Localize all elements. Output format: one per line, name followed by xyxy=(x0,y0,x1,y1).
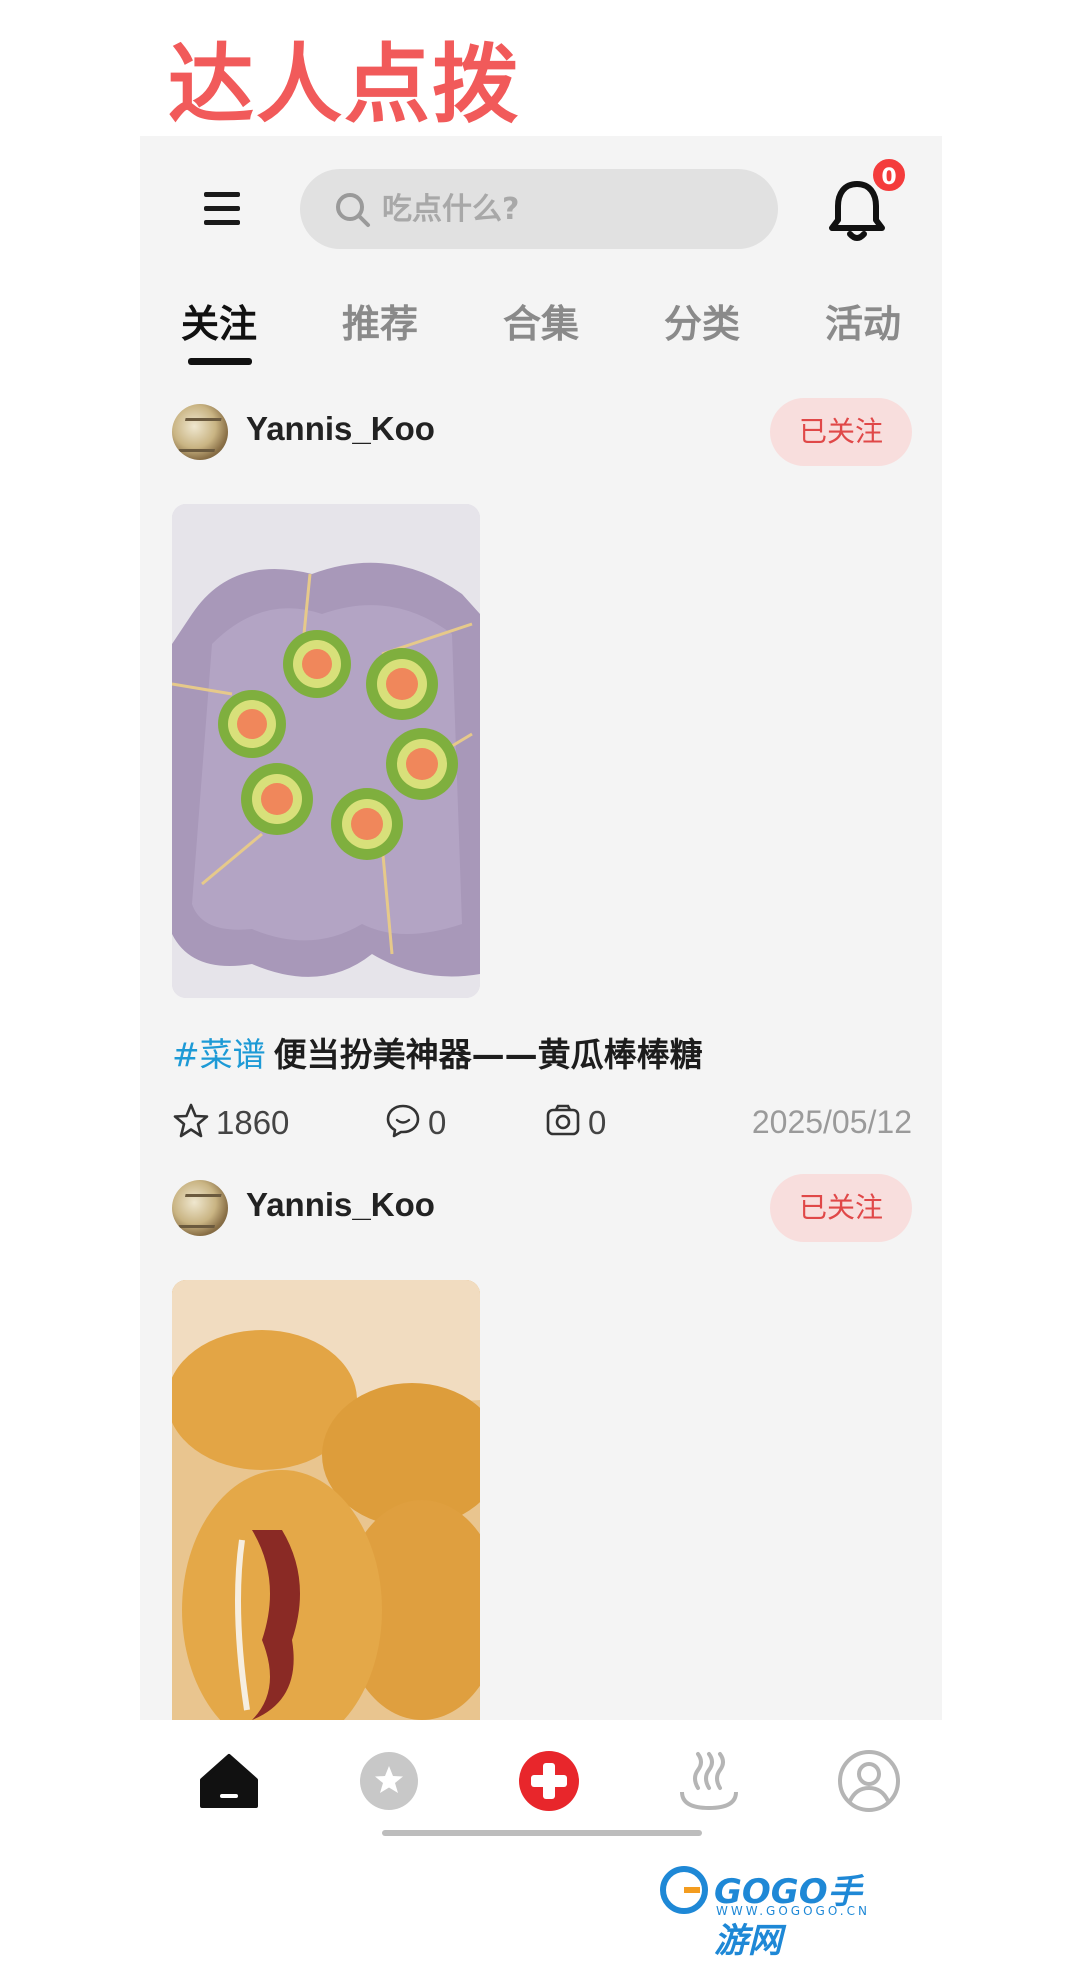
author-name[interactable]: Yannis_Koo xyxy=(246,1186,435,1224)
watermark-logo-icon xyxy=(660,1866,708,1914)
tab-events[interactable]: 活动 xyxy=(808,294,918,354)
fried-cake-photo xyxy=(172,1280,480,1720)
tab-following[interactable]: 关注 xyxy=(164,294,274,354)
steam-icon[interactable] xyxy=(676,1748,742,1814)
bottom-nav xyxy=(140,1720,942,1840)
tab-collections[interactable]: 合集 xyxy=(486,294,596,354)
profile-icon[interactable] xyxy=(836,1748,902,1814)
search-icon xyxy=(336,193,370,227)
page-title: 达人点拨 xyxy=(168,35,520,135)
home-indicator xyxy=(382,1830,702,1836)
cucumber-lollipop-photo xyxy=(172,504,480,998)
top-bar: 0 xyxy=(140,136,942,286)
notification-badge: 0 xyxy=(870,156,908,194)
tab-bar: 关注 推荐 合集 分类 活动 xyxy=(140,294,942,374)
tab-categories[interactable]: 分类 xyxy=(647,294,757,354)
post-title-text: 便当扮美神器——黄瓜棒棒糖 xyxy=(273,1035,703,1074)
star-icon xyxy=(173,1103,209,1138)
comment-icon xyxy=(386,1104,420,1138)
post-date: 2025/05/12 xyxy=(751,1104,912,1140)
add-icon[interactable] xyxy=(516,1748,582,1814)
comment-count: 0 xyxy=(428,1104,447,1141)
app-screen: 0 关注 推荐 合集 分类 活动 Yannis_Koo 已关注 xyxy=(140,136,942,1720)
menu-icon[interactable] xyxy=(200,188,248,232)
active-tab-indicator xyxy=(188,358,252,365)
search-input[interactable] xyxy=(382,185,742,233)
follow-button[interactable]: 已关注 xyxy=(770,398,912,466)
author-row: Yannis_Koo 已关注 xyxy=(172,1174,912,1244)
photo-count: 0 xyxy=(588,1104,607,1141)
post-image[interactable] xyxy=(172,504,480,998)
avatar[interactable] xyxy=(172,1180,228,1236)
author-row: Yannis_Koo 已关注 xyxy=(172,398,912,468)
avatar[interactable] xyxy=(172,404,228,460)
watermark-subtext: WWW.GOGOGO.CN xyxy=(716,1904,870,1918)
post-image[interactable] xyxy=(172,1280,480,1720)
watermark: GOGO手游网 WWW.GOGOGO.CN xyxy=(660,1864,880,1961)
home-icon[interactable] xyxy=(196,1748,262,1814)
tab-recommended[interactable]: 推荐 xyxy=(325,294,435,354)
follow-button[interactable]: 已关注 xyxy=(770,1174,912,1242)
post-tag[interactable]: #菜谱 xyxy=(172,1035,266,1074)
post-title[interactable]: #菜谱 便当扮美神器——黄瓜棒棒糖 xyxy=(172,1028,703,1076)
favorites-icon[interactable] xyxy=(356,1748,422,1814)
author-name[interactable]: Yannis_Koo xyxy=(246,410,435,448)
search-bar[interactable] xyxy=(300,169,778,249)
camera-icon xyxy=(546,1104,580,1136)
like-count: 1860 xyxy=(216,1104,290,1141)
post-stats: 1860 0 0 2025/05/12 xyxy=(172,1098,912,1148)
